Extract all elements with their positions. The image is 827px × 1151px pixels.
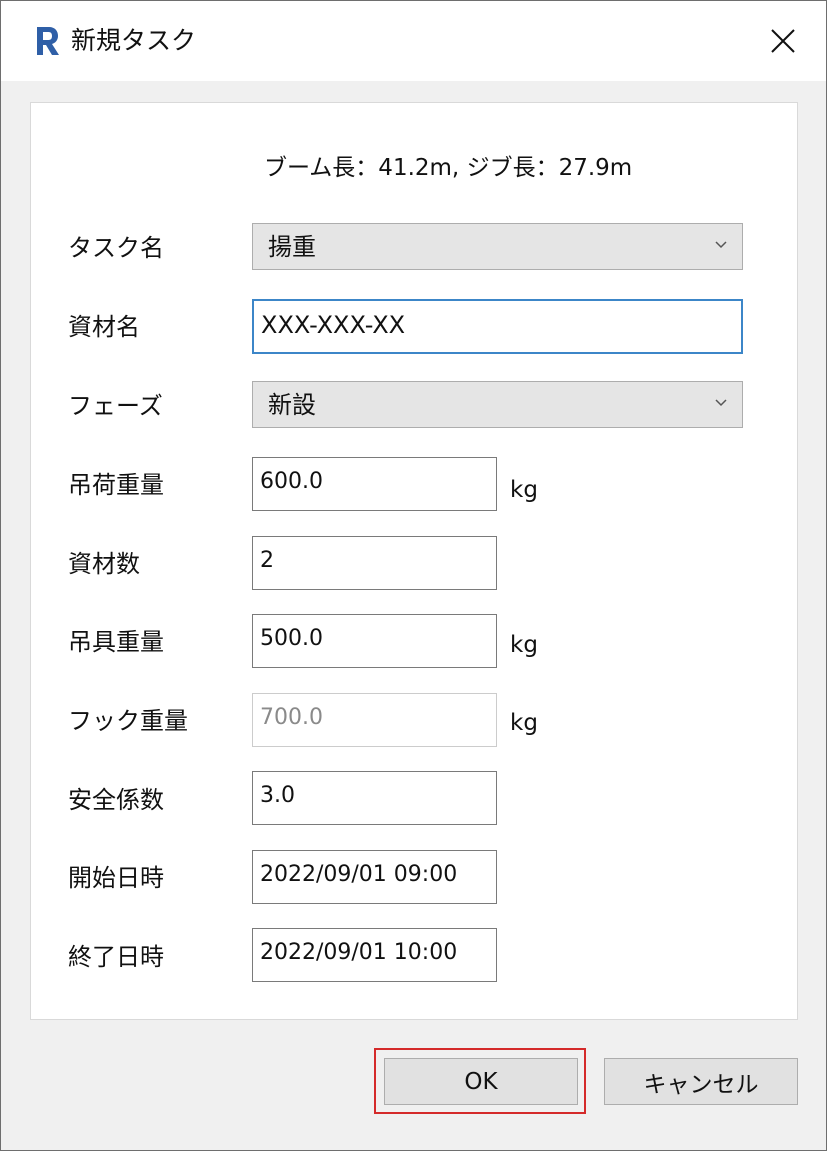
end-datetime-input[interactable]: 2022/09/01 10:00 — [252, 928, 497, 982]
load-weight-label: 吊荷重量 — [68, 471, 164, 499]
material-count-value: 2 — [260, 548, 274, 573]
load-weight-unit: kg — [510, 477, 538, 503]
close-button[interactable] — [761, 21, 805, 61]
material-name-input[interactable]: XXX-XXX-XX — [252, 299, 743, 354]
start-datetime-label: 開始日時 — [68, 864, 164, 892]
hook-weight-value: 700.0 — [260, 705, 323, 730]
boom-jib-info: ブーム長：41.2m, ジブ長：27.9m — [264, 151, 632, 185]
load-weight-value: 600.0 — [260, 469, 323, 494]
start-datetime-input[interactable]: 2022/09/01 09:00 — [252, 850, 497, 904]
task-name-value: 揚重 — [268, 233, 316, 261]
title-bar: 新規タスク — [1, 1, 826, 81]
task-name-label: タスク名 — [68, 234, 164, 262]
phase-dropdown[interactable]: 新設 — [252, 381, 743, 428]
dialog-title: 新規タスク — [71, 26, 197, 55]
hook-weight-input: 700.0 — [252, 693, 497, 747]
chevron-down-icon — [715, 399, 727, 407]
rigging-weight-unit: kg — [510, 632, 538, 658]
ok-button[interactable]: OK — [384, 1058, 578, 1105]
material-name-value: XXX-XXX-XX — [261, 311, 406, 339]
end-datetime-value: 2022/09/01 10:00 — [260, 940, 458, 965]
material-count-input[interactable]: 2 — [252, 536, 497, 590]
cancel-button[interactable]: キャンセル — [604, 1058, 798, 1105]
hook-weight-label: フック重量 — [68, 707, 188, 735]
phase-value: 新設 — [268, 391, 316, 419]
hook-weight-unit: kg — [510, 710, 538, 736]
start-datetime-value: 2022/09/01 09:00 — [260, 862, 458, 887]
revit-r-icon — [33, 25, 61, 57]
new-task-dialog: 新規タスク ブーム長：41.2m, ジブ長：27.9m タスク名 揚重 資材名 … — [0, 0, 827, 1151]
boom-length-text: ブーム長：41.2m, — [264, 155, 460, 181]
safety-factor-input[interactable]: 3.0 — [252, 771, 497, 825]
phase-label: フェーズ — [68, 392, 163, 420]
chevron-down-icon — [715, 241, 727, 249]
material-name-label: 資材名 — [68, 313, 140, 341]
material-count-label: 資材数 — [68, 550, 140, 578]
rigging-weight-value: 500.0 — [260, 626, 323, 651]
jib-length-text: ジブ長：27.9m — [466, 155, 633, 181]
task-name-dropdown[interactable]: 揚重 — [252, 223, 743, 270]
close-icon — [771, 29, 795, 53]
safety-factor-value: 3.0 — [260, 783, 295, 808]
rigging-weight-input[interactable]: 500.0 — [252, 614, 497, 668]
rigging-weight-label: 吊具重量 — [68, 628, 164, 656]
end-datetime-label: 終了日時 — [68, 943, 164, 971]
load-weight-input[interactable]: 600.0 — [252, 457, 497, 511]
safety-factor-label: 安全係数 — [68, 786, 164, 814]
